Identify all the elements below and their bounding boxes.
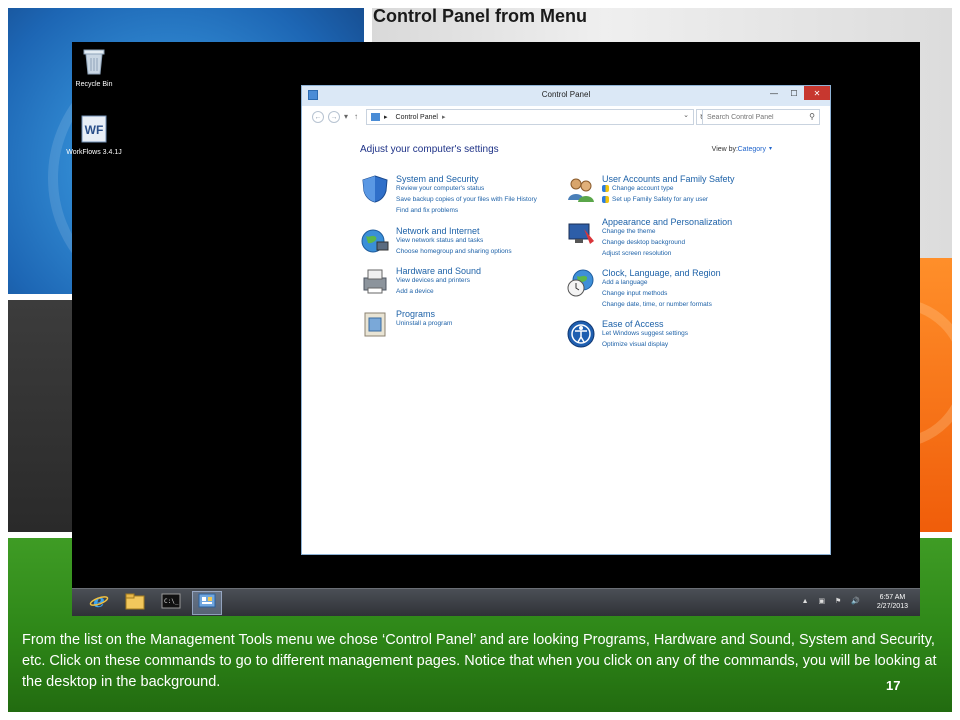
category-title[interactable]: Network and Internet: [396, 226, 480, 236]
ease-of-access-icon: [566, 319, 596, 349]
taskbar: e C:\_ ▲ ▣ ⚑ 🔊 6:57 AM 2/27/2013: [72, 588, 920, 616]
page-heading: Adjust your computer's settings: [360, 144, 499, 155]
address-bar[interactable]: ▸ Control Panel ▸ ⌄: [366, 109, 694, 125]
back-button[interactable]: ←: [312, 111, 324, 123]
category-link[interactable]: Find and fix problems: [396, 207, 458, 214]
category-link[interactable]: Change account type: [602, 185, 673, 192]
clock-time: 6:57 AM: [879, 594, 906, 601]
desktop-icon-recycle-bin[interactable]: Recycle Bin: [66, 46, 122, 89]
category-link[interactable]: View network status and tasks: [396, 237, 483, 244]
window-titlebar[interactable]: Control Panel — ☐ ✕: [302, 86, 830, 106]
category-link[interactable]: Save backup copies of your files with Fi…: [396, 196, 537, 203]
slide-title: Control Panel from Menu: [372, 6, 587, 26]
view-by-label: View by:: [711, 146, 738, 153]
category-link[interactable]: Let Windows suggest settings: [602, 330, 688, 337]
category-title[interactable]: User Accounts and Family Safety: [602, 174, 735, 184]
svg-text:e: e: [93, 591, 104, 611]
category-link[interactable]: Choose homegroup and sharing options: [396, 248, 512, 255]
category-link[interactable]: Add a device: [396, 288, 434, 295]
maximize-button[interactable]: ☐: [784, 86, 804, 100]
category-title[interactable]: Ease of Access: [602, 319, 664, 329]
taskbar-clock[interactable]: 6:57 AM 2/27/2013: [877, 593, 908, 611]
programs-icon: [360, 309, 390, 339]
taskbar-button-control-panel[interactable]: [192, 591, 222, 615]
system-tray-icons[interactable]: ▲ ▣ ⚑ 🔊: [802, 597, 864, 605]
control-panel-icon: [371, 113, 380, 121]
desktop-icon-label: Recycle Bin: [75, 81, 113, 88]
slide-caption: From the list on the Management Tools me…: [22, 632, 937, 690]
category-title[interactable]: Clock, Language, and Region: [602, 268, 721, 278]
search-icon[interactable]: ⚲: [809, 112, 815, 121]
taskbar-button-cmd[interactable]: C:\_: [156, 591, 186, 615]
address-separator[interactable]: ▸: [384, 113, 388, 121]
desktop-screenshot: Recycle Bin WF WorkFlows 3.4.1J Control …: [66, 42, 920, 616]
users-icon: [566, 174, 596, 204]
taskbar-button-explorer[interactable]: [120, 591, 150, 615]
category-link[interactable]: View devices and printers: [396, 277, 470, 284]
ie-icon: e: [89, 591, 109, 616]
clock-globe-icon: [566, 268, 596, 298]
category-link[interactable]: Add a language: [602, 279, 648, 286]
window-title: Control Panel: [541, 90, 591, 99]
category-link[interactable]: Review your computer's status: [396, 185, 484, 192]
recycle-bin-icon: [80, 46, 108, 76]
close-button[interactable]: ✕: [804, 86, 830, 100]
forward-button[interactable]: →: [328, 111, 340, 123]
address-separator[interactable]: ▸: [442, 113, 446, 121]
control-panel-icon: [197, 592, 217, 615]
address-location[interactable]: Control Panel: [396, 114, 438, 121]
printer-icon: [360, 266, 390, 296]
category-title[interactable]: Appearance and Personalization: [602, 217, 732, 227]
category-link[interactable]: Set up Family Safety for any user: [602, 196, 708, 203]
category-link[interactable]: Change desktop background: [602, 239, 685, 246]
taskbar-button-ie[interactable]: e: [84, 591, 114, 615]
svg-text:WF: WF: [85, 123, 104, 137]
category-link[interactable]: Change date, time, or number formats: [602, 301, 712, 308]
category-link[interactable]: Optimize visual display: [602, 341, 668, 348]
minimize-button[interactable]: —: [764, 86, 784, 100]
recent-locations-button[interactable]: ▾: [344, 112, 348, 121]
view-by-dropdown[interactable]: Category: [738, 146, 766, 153]
network-globe-icon: [360, 226, 390, 256]
search-input[interactable]: [707, 113, 803, 121]
category-link[interactable]: Change the theme: [602, 228, 655, 235]
category-title[interactable]: Hardware and Sound: [396, 266, 481, 276]
up-button[interactable]: ↑: [354, 112, 358, 121]
address-row: ← → ▾ ↑ ▸ Control Panel ▸ ⌄ ↻ ⚲: [302, 108, 830, 126]
desktop-icon-label: WorkFlows 3.4.1J: [66, 149, 122, 156]
search-box[interactable]: ⚲: [702, 109, 820, 125]
category-title[interactable]: System and Security: [396, 174, 479, 184]
category-link[interactable]: Uninstall a program: [396, 320, 452, 327]
folder-icon: [125, 592, 145, 615]
category-link[interactable]: Change input methods: [602, 290, 667, 297]
address-dropdown-button[interactable]: ⌄: [683, 111, 689, 119]
svg-text:C:\_: C:\_: [164, 598, 179, 605]
shield-icon: [360, 174, 390, 204]
control-panel-window: Control Panel — ☐ ✕ ← → ▾ ↑ ▸ Control Pa…: [301, 85, 831, 555]
cmd-icon: C:\_: [161, 593, 181, 614]
monitor-paint-icon: [566, 217, 596, 247]
page-number: 17: [886, 678, 901, 693]
workflows-icon: WF: [80, 114, 108, 144]
clock-date: 2/27/2013: [876, 603, 908, 610]
chevron-down-icon[interactable]: ▾: [769, 145, 772, 152]
desktop-icon-workflows[interactable]: WF WorkFlows 3.4.1J: [66, 114, 122, 157]
category-title[interactable]: Programs: [396, 309, 435, 319]
category-link[interactable]: Adjust screen resolution: [602, 250, 671, 257]
